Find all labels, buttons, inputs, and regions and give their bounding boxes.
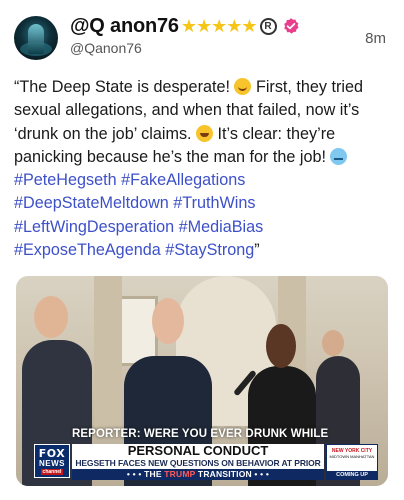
ticker-highlight: TRUMP (164, 469, 196, 479)
avatar-figure (28, 24, 44, 54)
hashtag-link[interactable]: #TruthWins (173, 194, 255, 212)
closing-quote: ” (254, 241, 260, 260)
hashtag-link[interactable]: #FakeAllegations (121, 171, 245, 189)
star-icon: ★ (195, 16, 213, 36)
hashtag-link[interactable]: #ExposeTheAgenda (14, 241, 161, 259)
hashtag-link[interactable]: #PeteHegseth (14, 171, 117, 189)
author-name-row: @Q anon76 ★ ★ ★ ★ ★ R (70, 14, 300, 38)
avatar[interactable] (14, 16, 58, 60)
side-box-line-2: MIDTOWN MANHATTAN (329, 454, 375, 459)
chyron-ticker: • • • THE TRUMP TRANSITION • • • (72, 469, 324, 480)
side-promo-box: NEW YORK CITY MIDTOWN MANHATTAN COMING U… (326, 444, 378, 480)
post-text-1: “The Deep State is desperate! (14, 78, 235, 96)
post-header: @Q anon76 ★ ★ ★ ★ ★ R @Qanon76 8m (14, 14, 390, 62)
logo-line-2: NEWS (39, 458, 65, 468)
headline-box: PERSONAL CONDUCT HEGSETH FACES NEW QUEST… (72, 443, 324, 479)
author-display-name[interactable]: @Q anon76 (70, 15, 179, 38)
star-icon: ★ (180, 16, 197, 36)
hashtag-link[interactable]: #DeepStateMeltdown (14, 194, 169, 212)
star-badges: ★ ★ ★ ★ ★ (180, 16, 258, 36)
social-post: @Q anon76 ★ ★ ★ ★ ★ R @Qanon76 8m “The D… (0, 0, 404, 500)
scene-column (94, 276, 122, 436)
cold-face-emoji (330, 147, 348, 165)
winking-face-tongue-emoji (234, 78, 252, 95)
hashtag-link[interactable]: #MediaBias (179, 218, 264, 236)
hashtag-link[interactable]: #StayStrong (165, 241, 254, 259)
verified-badge-icon (283, 18, 299, 34)
network-logo: FOX NEWS channel (34, 444, 70, 478)
person-background-head (322, 330, 344, 356)
side-box-line-3: COMING UP (327, 471, 377, 479)
registered-icon: R (259, 17, 277, 35)
ticker-suffix: TRANSITION • • • (195, 469, 270, 479)
reporter-caption: REPORTER: WERE YOU EVER DRUNK WHILE (72, 428, 329, 440)
person-left-head (34, 296, 68, 338)
hashtag-link[interactable]: #LeftWingDesperation (14, 218, 174, 236)
logo-line-1: FOX (38, 446, 66, 460)
star-icon: ★ (226, 16, 243, 36)
post-body: “The Deep State is desperate! First, the… (14, 76, 392, 262)
logo-line-3: channel (40, 468, 64, 475)
video-media[interactable]: REPORTER: WERE YOU EVER DRUNK WHILE FOX … (16, 276, 388, 486)
star-icon: ★ (211, 16, 228, 36)
star-icon: ★ (241, 16, 258, 36)
chyron-headline: PERSONAL CONDUCT (127, 443, 269, 458)
news-lower-third: REPORTER: WERE YOU EVER DRUNK WHILE FOX … (16, 428, 388, 486)
post-timestamp: 8m (365, 30, 386, 47)
person-reporter-head (266, 324, 296, 368)
grinning-sweat-emoji (196, 124, 214, 142)
ticker-prefix: • • • THE (126, 469, 165, 479)
author-handle[interactable]: @Qanon76 (70, 40, 142, 56)
person-center-head (152, 298, 184, 344)
